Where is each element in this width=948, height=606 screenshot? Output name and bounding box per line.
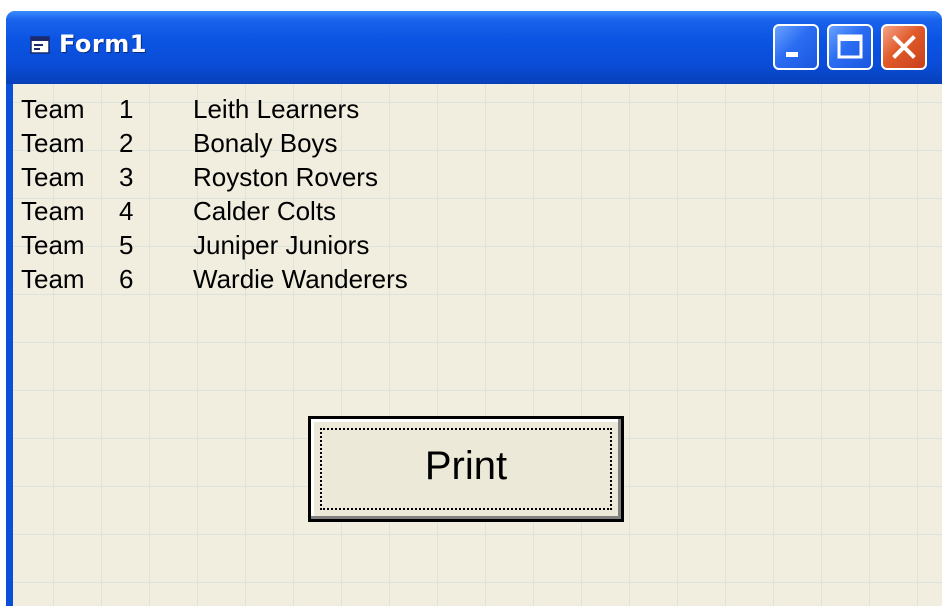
print-button[interactable]: Print [308, 416, 624, 522]
form-client-area: Team 1 Leith Learners Team 2 Bonaly Boys… [13, 84, 942, 606]
close-button[interactable] [881, 24, 927, 70]
print-button-label: Print [424, 444, 508, 488]
team-name: Juniper Juniors [193, 230, 370, 260]
list-item: Team 5 Juniper Juniors [21, 228, 441, 262]
list-item: Team 2 Bonaly Boys [21, 126, 441, 160]
team-name: Calder Colts [193, 196, 337, 226]
list-item: Team 6 Wardie Wanderers [21, 262, 441, 296]
team-name: Bonaly Boys [193, 128, 338, 158]
form-app-icon [30, 36, 50, 54]
team-number: 3 [119, 162, 134, 192]
team-label: Team [21, 264, 85, 294]
team-label: Team [21, 128, 85, 158]
team-label: Team [21, 162, 85, 192]
team-label: Team [21, 196, 85, 226]
maximize-button[interactable] [827, 24, 873, 70]
list-item: Team 1 Leith Learners [21, 92, 441, 126]
list-item: Team 3 Royston Rovers [21, 160, 441, 194]
team-name: Wardie Wanderers [193, 264, 408, 294]
team-number: 2 [119, 128, 134, 158]
minimize-button[interactable] [773, 24, 819, 70]
team-list: Team 1 Leith Learners Team 2 Bonaly Boys… [21, 92, 441, 296]
team-label: Team [21, 230, 85, 260]
team-number: 6 [119, 264, 134, 294]
team-number: 5 [119, 230, 134, 260]
team-name: Royston Rovers [193, 162, 378, 192]
team-number: 1 [119, 94, 134, 124]
form1-window: Form1 Team 1 Leith Learners Team 2 Bonal… [6, 11, 942, 606]
title-bar[interactable]: Form1 [6, 11, 942, 84]
list-item: Team 4 Calder Colts [21, 194, 441, 228]
window-title: Form1 [59, 30, 147, 58]
team-label: Team [21, 94, 85, 124]
team-name: Leith Learners [193, 94, 360, 124]
team-number: 4 [119, 196, 134, 226]
